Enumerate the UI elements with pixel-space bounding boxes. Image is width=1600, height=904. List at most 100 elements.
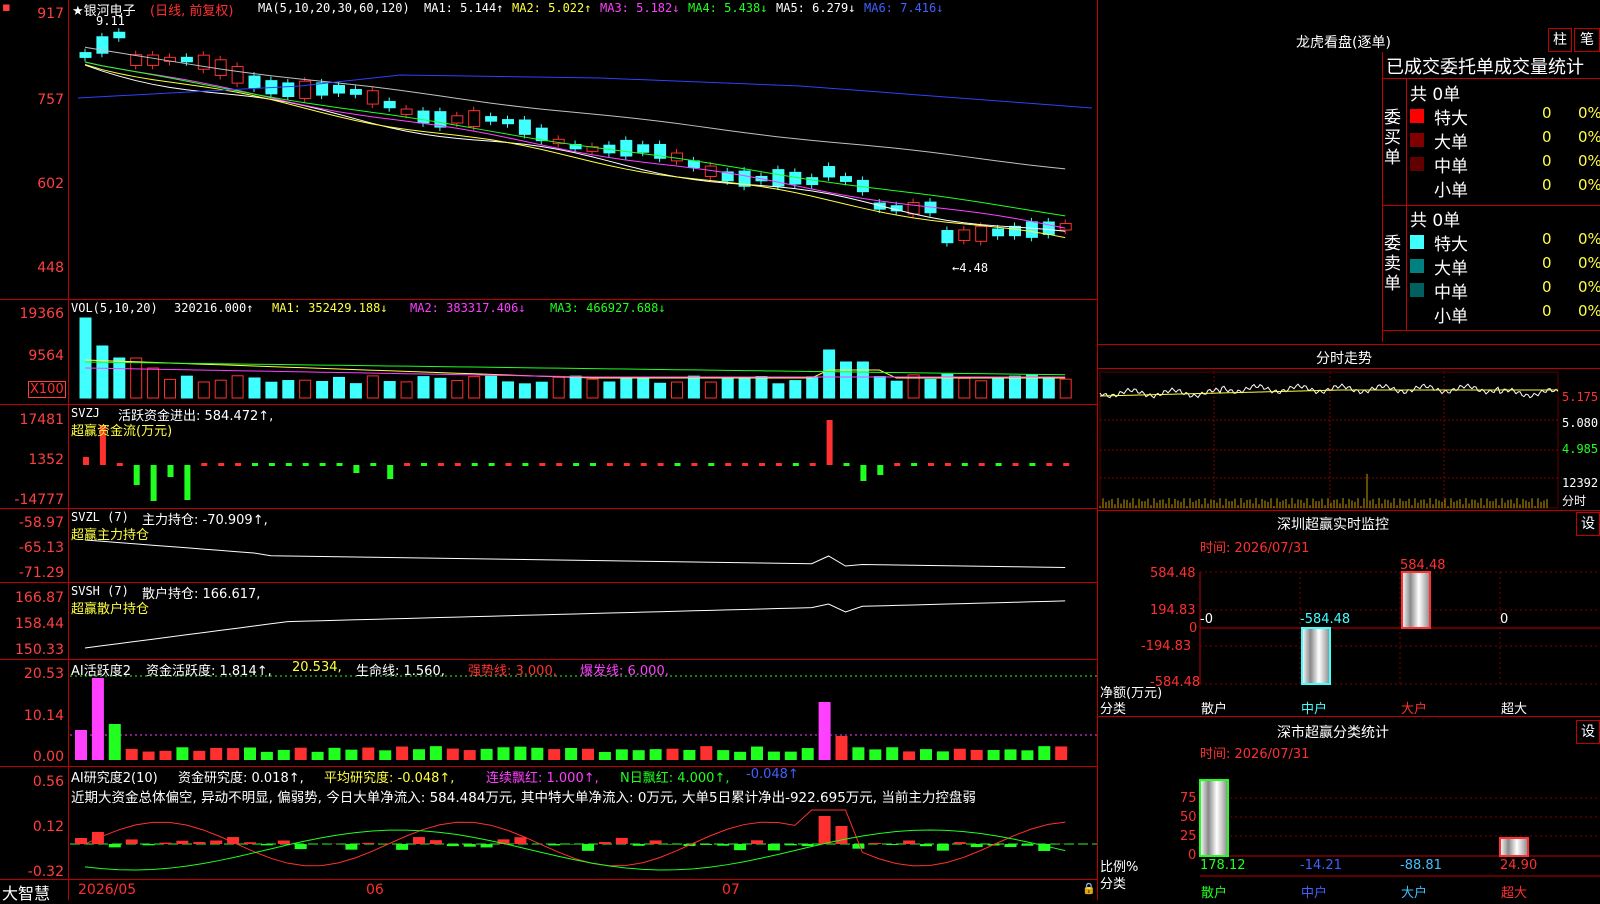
flow-bar bbox=[438, 463, 444, 466]
column-view-button[interactable]: 柱 bbox=[1548, 28, 1572, 52]
volume-bar bbox=[198, 382, 209, 398]
divider bbox=[1098, 344, 1600, 345]
longhu-title: 龙虎看盘(逐单) bbox=[1296, 32, 1391, 52]
candle-body bbox=[80, 53, 91, 58]
divider bbox=[1382, 78, 1600, 79]
research-bar bbox=[261, 844, 273, 845]
research-bar bbox=[1005, 844, 1017, 847]
volume-bar bbox=[672, 382, 683, 398]
research-bar bbox=[396, 844, 408, 850]
tick-view-button[interactable]: 笔 bbox=[1574, 28, 1600, 52]
activity-bar bbox=[396, 747, 408, 760]
activity-bar bbox=[920, 749, 932, 760]
chart-mode[interactable]: (日线, 前复权) bbox=[150, 0, 233, 19]
candle-body bbox=[638, 145, 649, 152]
monitor-category: 中户 bbox=[1301, 698, 1327, 717]
divider bbox=[1098, 368, 1600, 369]
research-bar bbox=[1021, 844, 1033, 846]
volume-bar bbox=[570, 376, 581, 398]
order-pct: 0% bbox=[1578, 128, 1600, 146]
volume-bar bbox=[367, 376, 378, 398]
candle-body bbox=[503, 120, 514, 124]
fenshi-axis-label: 5.080 bbox=[1562, 416, 1598, 430]
research-bar bbox=[295, 844, 307, 849]
flow-bar bbox=[1013, 463, 1019, 466]
ma3-value: MA3: 5.182↓ bbox=[600, 1, 679, 15]
svzj-header: SVZJ bbox=[71, 406, 100, 420]
research-bar bbox=[548, 844, 560, 845]
monitor-category: 大户 bbox=[1401, 698, 1427, 717]
classify-value: 178.12 bbox=[1200, 858, 1246, 873]
flow-bar bbox=[675, 463, 681, 466]
svzl-axis-label: -65.13 bbox=[0, 540, 64, 556]
flow-bar bbox=[708, 463, 714, 466]
sell-orders-label: 委卖单 bbox=[1384, 234, 1404, 294]
flow-bar bbox=[506, 463, 512, 466]
vol-unit-badge[interactable]: X100 bbox=[28, 381, 66, 398]
research-bar bbox=[667, 844, 679, 845]
monitor-value: -0 bbox=[1200, 612, 1213, 627]
fenshi-axis-label: 分时 bbox=[1562, 492, 1586, 509]
research-bar bbox=[599, 842, 611, 844]
volume-bar bbox=[486, 376, 497, 398]
svzj-subtitle: 超赢资金流(万元) bbox=[71, 420, 172, 439]
order-color-swatch bbox=[1410, 181, 1424, 195]
flow-bar bbox=[590, 463, 596, 466]
volume-bar bbox=[638, 379, 649, 398]
lock-icon[interactable]: 🔒 bbox=[1082, 882, 1096, 895]
ai-active-value4: 强势线: 3.000, bbox=[468, 660, 557, 679]
monitor-time: 时间: 2026/07/31 bbox=[1200, 537, 1309, 556]
order-label: 中单 bbox=[1434, 278, 1468, 303]
vol-axis-label: 9564 bbox=[0, 348, 64, 364]
date-label: 06 bbox=[366, 882, 384, 898]
volume-bar bbox=[976, 381, 987, 398]
volume-bar bbox=[215, 380, 226, 398]
volume-bar bbox=[97, 346, 108, 398]
monitor-axis-label: 194.83 bbox=[1150, 603, 1196, 618]
candle-body bbox=[300, 81, 311, 98]
candle-body bbox=[114, 32, 125, 38]
volume-bar bbox=[688, 376, 699, 398]
ma2-value: MA2: 5.022↑ bbox=[512, 1, 591, 15]
candle-body bbox=[621, 140, 632, 156]
fenshi-axis-label: 4.985 bbox=[1562, 442, 1598, 456]
order-pct: 0% bbox=[1578, 104, 1600, 122]
flow-bar bbox=[1046, 463, 1052, 466]
research-bar bbox=[345, 844, 357, 850]
flow-bar bbox=[455, 463, 461, 466]
research-bar bbox=[633, 844, 645, 846]
research-bar bbox=[802, 844, 814, 846]
activity-bar bbox=[126, 749, 138, 760]
activity-bar bbox=[700, 746, 712, 760]
activity-bar bbox=[312, 752, 324, 760]
classify-settings-button[interactable]: 设 bbox=[1576, 720, 1600, 744]
flow-bar bbox=[235, 463, 241, 466]
research-bar bbox=[582, 844, 594, 851]
order-label: 小单 bbox=[1434, 302, 1468, 327]
research-bar bbox=[768, 844, 780, 850]
volume-bar bbox=[553, 377, 564, 398]
order-label: 特大 bbox=[1434, 104, 1468, 129]
flow-bar bbox=[658, 463, 664, 466]
research-bar bbox=[785, 844, 797, 845]
avg-price-line bbox=[1100, 390, 1558, 396]
volume-bar bbox=[266, 382, 277, 398]
flow-bar bbox=[911, 463, 917, 466]
flow-bar bbox=[83, 457, 89, 465]
order-pct: 0% bbox=[1578, 278, 1600, 296]
flow-bar bbox=[742, 463, 748, 466]
volume-bar bbox=[181, 376, 192, 398]
svzj-axis-label: -14777 bbox=[0, 492, 64, 508]
candle-body bbox=[773, 170, 784, 186]
activity-bar bbox=[379, 750, 391, 760]
svzl-value: 主力持仓: -70.909↑, bbox=[142, 509, 268, 528]
ai-active-axis-label: 20.53 bbox=[0, 666, 64, 682]
activity-bar bbox=[988, 750, 1000, 760]
ai-active-header: AI活跃度2 bbox=[71, 660, 131, 679]
research-bar bbox=[447, 844, 459, 846]
monitor-settings-button[interactable]: 设 bbox=[1576, 512, 1600, 536]
main-chart-area[interactable]: ▪ ★银河电子 (日线, 前复权) MA(5,10,20,30,60,120) … bbox=[0, 0, 1097, 900]
order-count: 0 bbox=[1542, 176, 1552, 194]
research-bar bbox=[819, 816, 831, 844]
monitor-axis-label: 0 bbox=[1189, 621, 1197, 636]
